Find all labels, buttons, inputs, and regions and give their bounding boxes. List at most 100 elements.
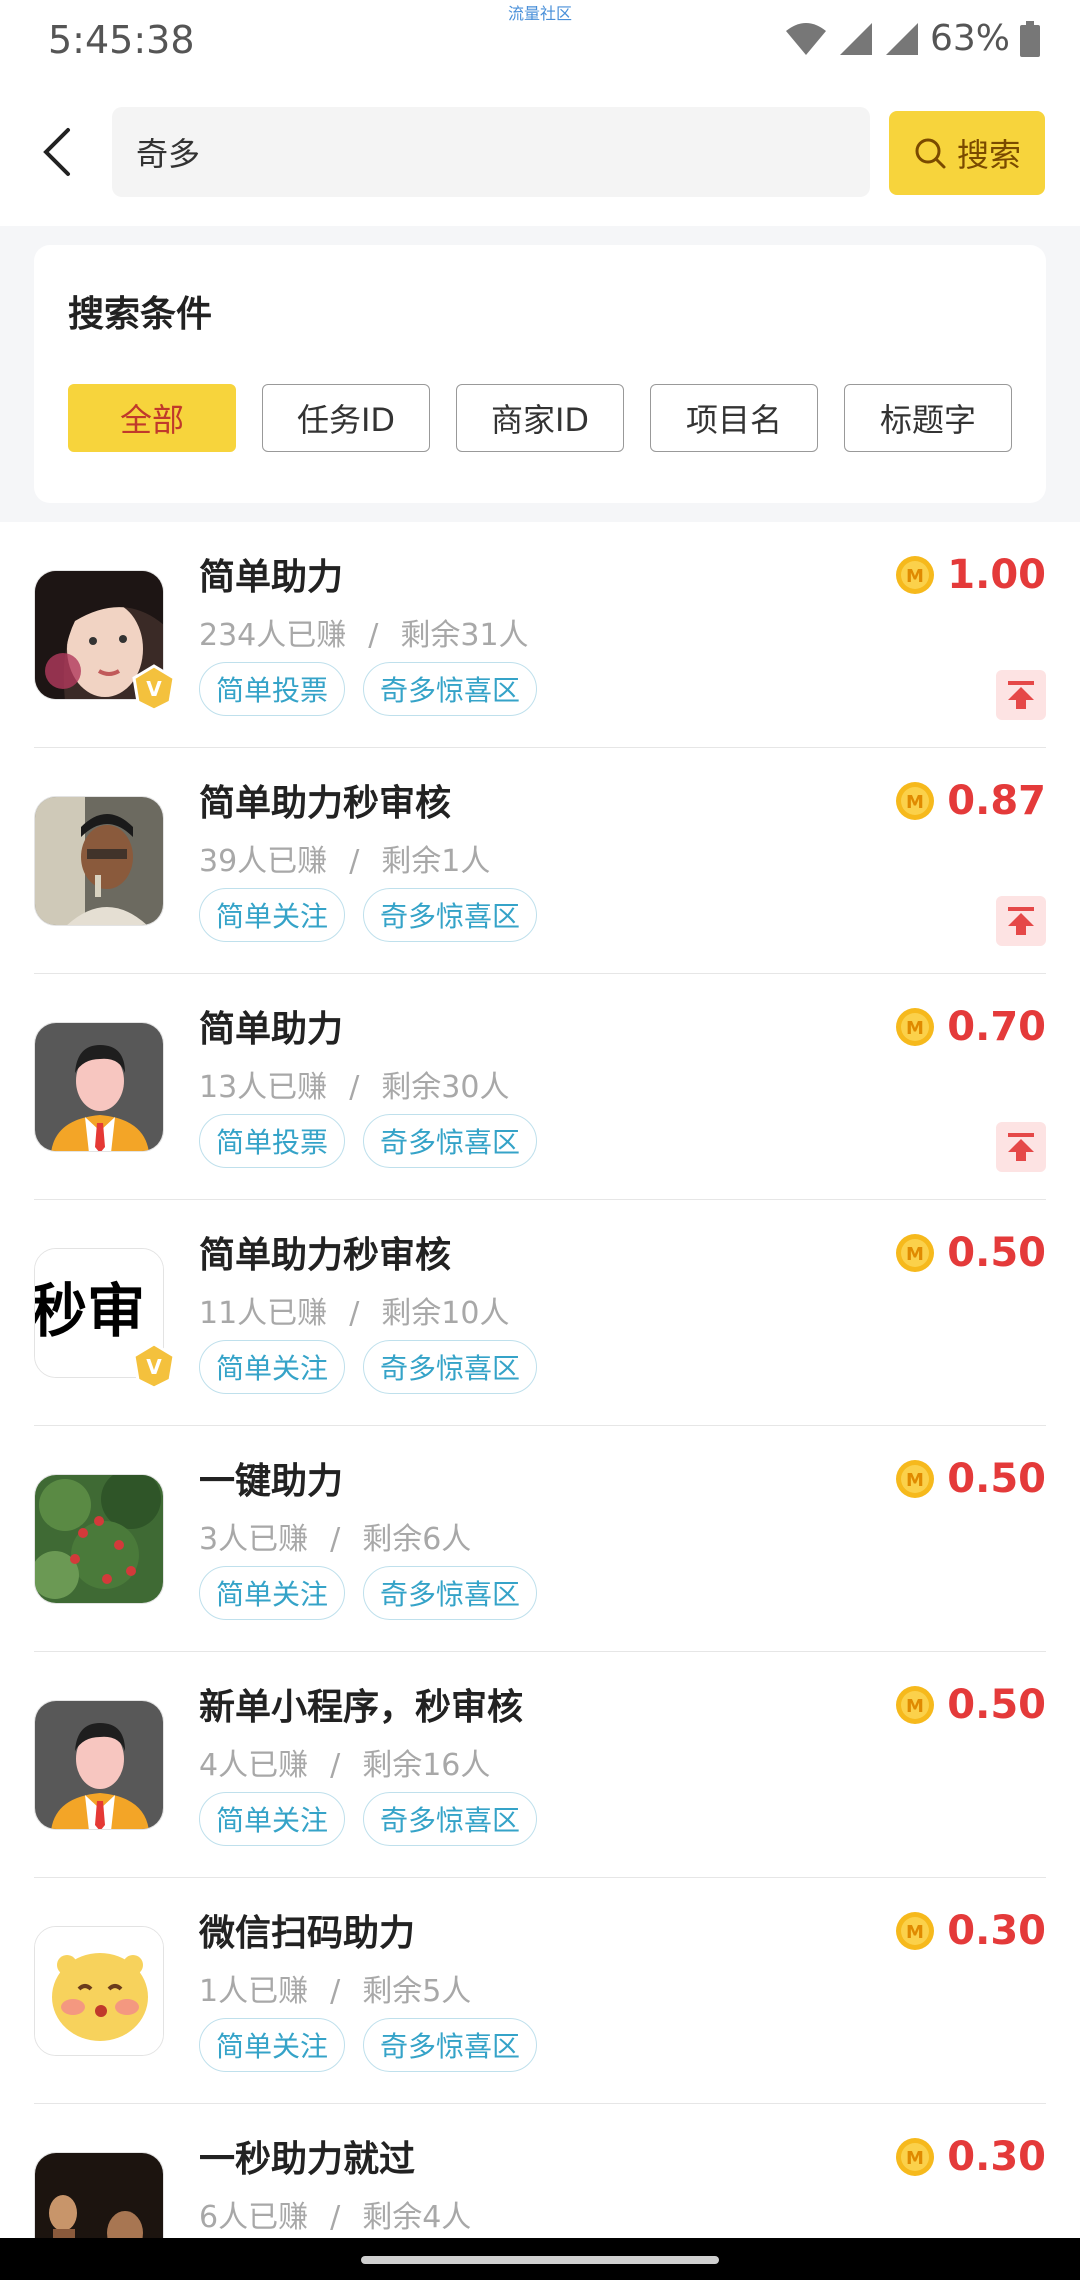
vip-badge-icon: V <box>130 664 178 712</box>
task-tags: 简单关注奇多惊喜区 <box>199 1340 538 1394</box>
wifi-icon <box>784 21 828 57</box>
task-tags: 简单关注奇多惊喜区 <box>199 1566 538 1620</box>
search-button-label: 搜索 <box>956 136 1021 174</box>
task-avatar-wrap[interactable] <box>34 1700 164 1830</box>
task-remaining-count: 剩余30人 <box>381 1070 510 1105</box>
task-tags: 简单投票 奇多惊喜区 <box>199 1114 538 1168</box>
task-item[interactable]: 新单小程序，秒审核 4人已赚 / 剩余16人 简单关注 奇多惊喜区 M 0.50 <box>34 1652 1046 1878</box>
task-earned-count: 1人已赚 <box>199 1974 309 2009</box>
svg-text:M: M <box>906 2148 924 2169</box>
svg-text:M: M <box>906 1696 924 1717</box>
task-tag[interactable]: 奇多惊喜区 <box>363 2018 538 2072</box>
task-remaining-count: 剩余4人 <box>362 2200 472 2235</box>
task-reward: M 0.30 <box>895 2134 1046 2180</box>
signal-icon-2 <box>884 21 920 57</box>
filter-card: 搜索条件 全部 任务ID 商家ID 项目名 标题字 <box>34 245 1046 503</box>
search-button[interactable]: 搜索 <box>889 111 1045 195</box>
task-tag[interactable]: 奇多惊喜区 <box>363 662 538 716</box>
pin-top-icon <box>1008 907 1034 935</box>
filter-chip[interactable]: 任务ID <box>262 384 430 452</box>
task-earned-count: 11人已赚 <box>199 1296 328 1331</box>
task-tag[interactable]: 奇多惊喜区 <box>363 1792 538 1846</box>
search-icon <box>915 138 946 169</box>
search-box[interactable] <box>112 107 870 197</box>
back-arrow-icon <box>43 128 70 176</box>
task-item[interactable]: 一键助力 3人已赚 / 剩余6人 简单关注 奇多惊喜区 M 0.50 <box>34 1426 1046 1652</box>
task-item[interactable]: 秒审 V 简单助力秒审核 11人已赚 / 剩余10人 简单关注 奇多惊喜区 M 0.50 <box>34 1200 1046 1426</box>
coin-icon: M <box>896 2138 935 2176</box>
coin-icon: M <box>896 782 935 820</box>
task-remaining-count: 剩余6人 <box>362 1522 472 1557</box>
task-title: 简单助力秒审核 <box>199 783 452 824</box>
task-tag[interactable]: 简单投票 <box>199 1114 346 1168</box>
task-avatar-wrap[interactable] <box>34 1926 164 2056</box>
task-avatar-wrap[interactable]: 秒审 V <box>34 1248 176 1390</box>
task-remaining-count: 剩余5人 <box>362 1974 472 2009</box>
task-reward: M 0.70 <box>895 1004 1046 1050</box>
filter-chip[interactable]: 标题字 <box>844 384 1012 452</box>
stat-separator: / <box>349 1296 360 1331</box>
task-reward: M 0.30 <box>895 1908 1046 1954</box>
task-reward: M 0.50 <box>895 1456 1046 1502</box>
coin-icon: M <box>896 1912 935 1950</box>
task-tags: 简单投票 奇多惊喜区 <box>199 662 538 716</box>
task-tag[interactable]: 简单关注 <box>199 888 346 942</box>
task-tag[interactable]: 奇多惊喜区 <box>363 1114 538 1168</box>
task-tag[interactable]: 简单关注 <box>199 1792 346 1846</box>
task-avatar-wrap[interactable] <box>34 1022 164 1152</box>
task-tag[interactable]: 奇多惊喜区 <box>363 1340 538 1394</box>
task-tag[interactable]: 奇多惊喜区 <box>363 888 538 942</box>
task-reward: M 0.87 <box>895 778 1046 824</box>
task-avatar-wrap[interactable]: V <box>34 570 176 712</box>
task-tag[interactable]: 简单关注 <box>199 2018 346 2072</box>
task-earned-count: 39人已赚 <box>199 844 328 879</box>
filter-chip[interactable]: 项目名 <box>650 384 818 452</box>
coin-icon: M <box>896 556 935 594</box>
svg-text:秒审: 秒审 <box>35 1277 145 1345</box>
task-item[interactable]: 微信扫码助力 1人已赚 / 剩余5人 简单关注 奇多惊喜区 M 0.30 <box>34 1878 1046 2104</box>
task-tag[interactable]: 简单投票 <box>199 662 346 716</box>
stat-separator: / <box>330 2200 341 2235</box>
task-stats: 6人已赚 / 剩余4人 <box>199 2192 471 2236</box>
pin-top-button[interactable] <box>996 1122 1046 1172</box>
vip-badge-icon: V <box>130 1342 178 1390</box>
reward-amount: 0.30 <box>947 2134 1046 2180</box>
stat-separator: / <box>330 1974 341 2009</box>
status-bar: 流量社区 5:45:38 63% <box>0 0 1080 80</box>
navigation-bar <box>0 2238 1080 2280</box>
task-item[interactable]: V 简单助力 234人已赚 / 剩余31人 简单投票 奇多惊喜区 M 1.00 <box>34 522 1046 748</box>
task-item[interactable]: 简单助力 13人已赚 / 剩余30人 简单投票 奇多惊喜区 M 0.70 <box>34 974 1046 1200</box>
pin-top-button[interactable] <box>996 670 1046 720</box>
avatar <box>34 796 164 926</box>
pin-top-button[interactable] <box>996 896 1046 946</box>
avatar <box>34 1022 164 1152</box>
task-tag[interactable]: 简单关注 <box>199 1566 346 1620</box>
coin-icon: M <box>896 1234 935 1272</box>
task-tag[interactable]: 奇多惊喜区 <box>363 1566 538 1620</box>
task-stats: 11人已赚 / 剩余10人 <box>199 1288 509 1332</box>
task-tags: 简单关注奇多惊喜区 <box>199 888 538 942</box>
svg-text:M: M <box>906 1922 924 1943</box>
task-reward: M 1.00 <box>895 552 1046 598</box>
filter-chip[interactable]: 商家ID <box>456 384 624 452</box>
coin-icon: M <box>896 1686 935 1724</box>
task-avatar-wrap[interactable] <box>34 1474 164 1604</box>
task-title: 微信扫码助力 <box>199 1913 416 1954</box>
filter-chip[interactable]: 全部 <box>68 384 236 452</box>
task-tag[interactable]: 简单关注 <box>199 1340 346 1394</box>
reward-amount: 0.87 <box>947 778 1046 824</box>
task-avatar-wrap[interactable] <box>34 796 164 926</box>
task-remaining-count: 剩余16人 <box>362 1748 491 1783</box>
reward-amount: 1.00 <box>947 552 1046 598</box>
svg-text:M: M <box>906 1470 924 1491</box>
task-item[interactable]: 简单助力秒审核 39人已赚 / 剩余1人 简单关注 奇多惊喜区 M 0.87 <box>34 748 1046 974</box>
reward-amount: 0.50 <box>947 1230 1046 1276</box>
search-input[interactable] <box>136 133 846 171</box>
filter-chips: 全部 任务ID 商家ID 项目名 标题字 <box>68 384 1012 452</box>
svg-text:M: M <box>906 1244 924 1265</box>
stat-separator: / <box>368 618 379 653</box>
back-button[interactable] <box>24 120 88 184</box>
home-indicator[interactable] <box>361 2256 719 2264</box>
task-earned-count: 4人已赚 <box>199 1748 309 1783</box>
task-reward: M 0.50 <box>895 1230 1046 1276</box>
